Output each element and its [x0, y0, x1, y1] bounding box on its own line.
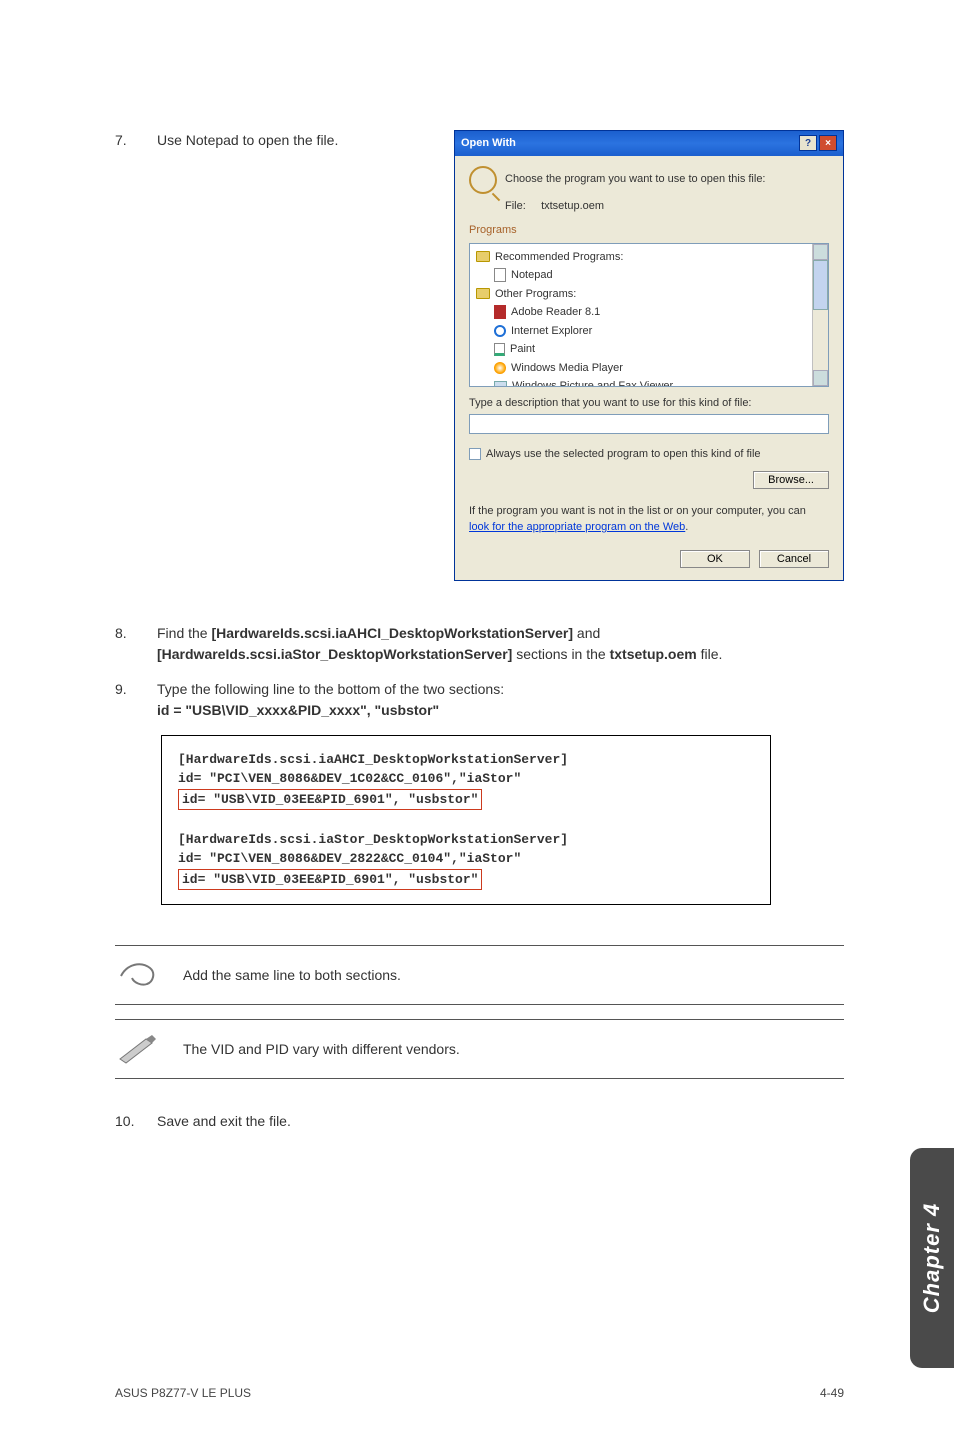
- step-8-text: Find the [HardwareIds.scsi.iaAHCI_Deskto…: [157, 623, 844, 665]
- scrollbar[interactable]: [812, 244, 828, 386]
- step-10-text: Save and exit the file.: [157, 1111, 844, 1132]
- step-10-number: 10.: [115, 1111, 157, 1132]
- always-use-checkbox[interactable]: [469, 448, 481, 460]
- close-button[interactable]: ×: [819, 135, 837, 151]
- step-9-number: 9.: [115, 679, 157, 721]
- scroll-thumb[interactable]: [813, 260, 828, 310]
- ok-button[interactable]: OK: [680, 550, 750, 568]
- step-8-number: 8.: [115, 623, 157, 665]
- list-item[interactable]: Windows Media Player: [476, 359, 822, 378]
- search-icon: [469, 166, 497, 194]
- list-item[interactable]: Adobe Reader 8.1: [476, 303, 822, 322]
- footer-left: ASUS P8Z77-V LE PLUS: [115, 1386, 251, 1400]
- paperclip-icon: [115, 958, 161, 992]
- browse-button[interactable]: Browse...: [753, 471, 829, 489]
- step-9-text: Type the following line to the bottom of…: [157, 679, 844, 721]
- note-text: The VID and PID vary with different vend…: [183, 1039, 460, 1060]
- code-line: [HardwareIds.scsi.iaStor_DesktopWorkstat…: [178, 830, 754, 850]
- code-line: id= "PCI\VEN_8086&DEV_2822&CC_0104","iaS…: [178, 849, 754, 869]
- file-label: File:: [505, 200, 526, 212]
- weblink[interactable]: look for the appropriate program on the …: [469, 521, 685, 533]
- chapter-tab: Chapter 4: [910, 1148, 954, 1368]
- description-label: Type a description that you want to use …: [469, 395, 829, 412]
- list-item[interactable]: Internet Explorer: [476, 322, 822, 341]
- code-line: id= "PCI\VEN_8086&DEV_1C02&CC_0106","iaS…: [178, 769, 754, 789]
- wmp-icon: [494, 362, 506, 374]
- note-text: Add the same line to both sections.: [183, 965, 401, 986]
- paint-icon: [494, 343, 505, 356]
- dialog-choose-text: Choose the program you want to use to op…: [505, 171, 766, 188]
- pen-icon: [115, 1032, 161, 1066]
- folder-icon: [476, 251, 490, 262]
- programs-listbox[interactable]: Recommended Programs: Notepad Other Prog…: [469, 243, 829, 387]
- always-use-label: Always use the selected program to open …: [486, 446, 761, 463]
- scroll-up-icon[interactable]: [813, 244, 828, 260]
- description-input[interactable]: [469, 414, 829, 434]
- adobe-icon: [494, 305, 506, 319]
- weblink-post: .: [685, 521, 688, 533]
- folder-icon: [476, 288, 490, 299]
- open-with-dialog: Open With ? × Choose the program you wan…: [454, 130, 844, 581]
- footer-right: 4-49: [820, 1386, 844, 1400]
- file-name: txtsetup.oem: [541, 200, 604, 212]
- list-item[interactable]: Notepad: [476, 266, 822, 285]
- step-7-number: 7.: [115, 130, 157, 151]
- ie-icon: [494, 325, 506, 337]
- code-block: [HardwareIds.scsi.iaAHCI_DesktopWorkstat…: [161, 735, 771, 906]
- cancel-button[interactable]: Cancel: [759, 550, 829, 568]
- step-7-text: Use Notepad to open the file.: [157, 130, 454, 151]
- list-item[interactable]: Paint: [476, 340, 822, 359]
- list-item: Other Programs:: [476, 285, 822, 304]
- notepad-icon: [494, 268, 506, 282]
- dialog-title: Open With: [461, 135, 797, 152]
- programs-tab[interactable]: Programs: [469, 222, 829, 239]
- picture-viewer-icon: [494, 381, 507, 387]
- list-item: Recommended Programs:: [476, 248, 822, 267]
- list-item[interactable]: Windows Picture and Fax Viewer: [476, 377, 822, 387]
- code-line: [HardwareIds.scsi.iaAHCI_DesktopWorkstat…: [178, 750, 754, 770]
- scroll-down-icon[interactable]: [813, 370, 828, 386]
- help-button[interactable]: ?: [799, 135, 817, 151]
- code-highlight: id= "USB\VID_03EE&PID_6901", "usbstor": [178, 789, 482, 811]
- dialog-titlebar: Open With ? ×: [455, 131, 843, 156]
- weblink-pre: If the program you want is not in the li…: [469, 505, 806, 517]
- code-highlight: id= "USB\VID_03EE&PID_6901", "usbstor": [178, 869, 482, 891]
